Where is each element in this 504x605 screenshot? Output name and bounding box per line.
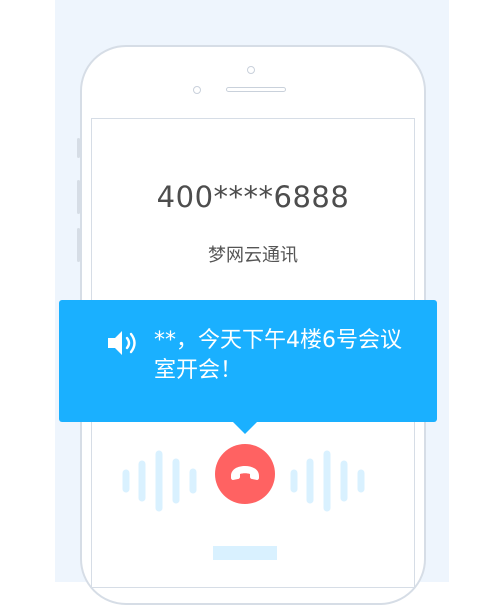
front-camera-icon	[247, 66, 255, 74]
voice-message-text: **，今天下午4楼6号会议室开会！	[154, 328, 402, 383]
waveform-right-icon	[290, 450, 365, 512]
home-indicator-bar	[213, 546, 277, 560]
phone-hangup-icon	[231, 466, 259, 480]
bubble-tail	[232, 421, 258, 434]
hang-up-button[interactable]	[215, 444, 275, 504]
phone-side-button-1	[77, 138, 80, 158]
earpiece-speaker	[226, 87, 286, 92]
phone-side-button-3	[77, 228, 80, 262]
speaker-icon	[108, 331, 136, 355]
waveform-left-icon	[122, 450, 197, 512]
phone-side-button-2	[77, 180, 80, 214]
sensor-icon	[193, 86, 201, 94]
caller-phone-number: 400****6888	[156, 180, 350, 214]
caller-name: 梦网云通讯	[208, 245, 298, 266]
